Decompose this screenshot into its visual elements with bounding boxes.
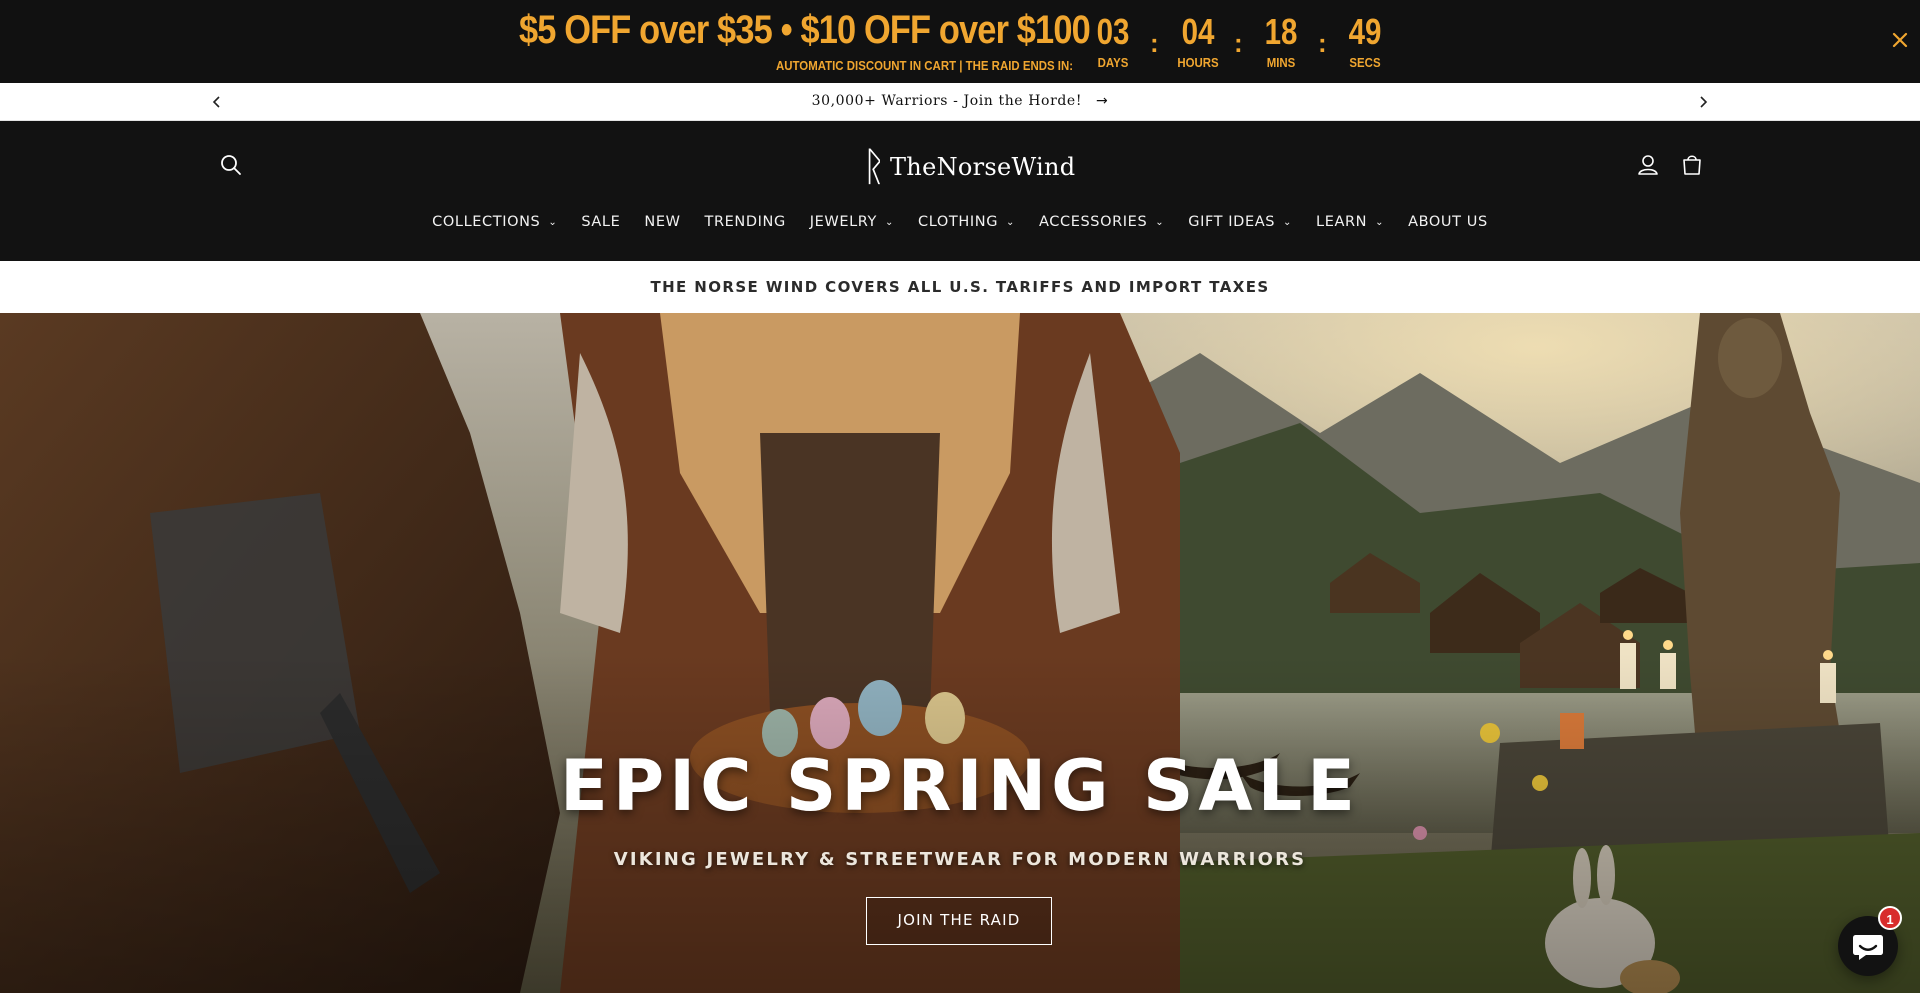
announcement-bar: 30,000+ Warriors - Join the Horde! → bbox=[0, 83, 1920, 121]
countdown-days: 03 DAYS bbox=[1083, 12, 1143, 72]
notification-badge: 1 bbox=[1878, 906, 1902, 930]
hero-image bbox=[0, 313, 1920, 993]
nav-item-jewelry[interactable]: JEWELRY ⌄ bbox=[798, 211, 906, 233]
announcement-link[interactable]: 30,000+ Warriors - Join the Horde! → bbox=[0, 93, 1920, 109]
main-nav: COLLECTIONS ⌄ SALE NEW TRENDING JEWELRY ⌄ … bbox=[0, 211, 1920, 233]
close-icon[interactable] bbox=[1888, 28, 1912, 52]
promo-countdown-bar: $5 OFF over $35 • $10 OFF over $100 AUTO… bbox=[0, 0, 1920, 83]
chevron-down-icon: ⌄ bbox=[1155, 217, 1165, 228]
countdown-separator: : bbox=[1150, 28, 1159, 58]
announcement-text: 30,000+ Warriors - Join the Horde! bbox=[811, 93, 1083, 109]
nav-item-gift-ideas[interactable]: GIFT IDEAS ⌄ bbox=[1176, 211, 1304, 233]
nav-item-label: TRENDING bbox=[704, 214, 786, 230]
chevron-down-icon: ⌄ bbox=[1375, 217, 1385, 228]
promo-headline: $5 OFF over $35 • $10 OFF over $100 bbox=[519, 8, 1091, 52]
chevron-down-icon: ⌄ bbox=[548, 217, 558, 228]
nav-item-label: SALE bbox=[581, 214, 621, 230]
countdown-days-value: 03 bbox=[1096, 11, 1130, 52]
user-icon[interactable] bbox=[1634, 151, 1662, 179]
countdown-hours-value: 04 bbox=[1181, 11, 1215, 52]
nav-item-new[interactable]: NEW bbox=[632, 211, 692, 233]
nav-item-label: ACCESSORIES bbox=[1039, 214, 1148, 230]
search-icon[interactable] bbox=[217, 151, 245, 179]
nav-item-label: COLLECTIONS bbox=[432, 214, 541, 230]
chevron-down-icon: ⌄ bbox=[1006, 217, 1016, 228]
nav-item-label: JEWELRY bbox=[809, 214, 878, 230]
nav-item-label: ABOUT US bbox=[1408, 214, 1488, 230]
countdown-secs-label: SECS bbox=[1349, 55, 1381, 70]
nav-item-label: CLOTHING bbox=[918, 214, 999, 230]
nav-item-trending[interactable]: TRENDING bbox=[693, 211, 798, 233]
countdown-secs: 49 SECS bbox=[1335, 12, 1395, 72]
tariff-text: THE NORSE WIND COVERS ALL U.S. TARIFFS A… bbox=[650, 278, 1270, 296]
chat-launcher-button[interactable]: 1 bbox=[1838, 906, 1902, 976]
countdown-hours-label: HOURS bbox=[1177, 55, 1219, 70]
promo-subtext: AUTOMATIC DISCOUNT IN CART | THE RAID EN… bbox=[776, 58, 1074, 73]
nav-item-label: NEW bbox=[644, 214, 681, 230]
countdown-mins-value: 18 bbox=[1264, 11, 1298, 52]
chevron-down-icon: ⌄ bbox=[885, 217, 895, 228]
nav-item-learn[interactable]: LEARN ⌄ bbox=[1304, 211, 1396, 233]
arrow-right-icon: → bbox=[1096, 93, 1109, 109]
chevron-right-icon[interactable] bbox=[1693, 92, 1713, 112]
nav-item-about-us[interactable]: ABOUT US bbox=[1396, 211, 1500, 233]
nav-item-label: LEARN bbox=[1316, 214, 1368, 230]
nav-item-sale[interactable]: SALE bbox=[569, 211, 632, 233]
hero-subtitle: VIKING JEWELRY & STREETWEAR FOR MODERN W… bbox=[613, 849, 1307, 870]
countdown-days-label: DAYS bbox=[1097, 55, 1129, 70]
logo-rune: ᚱ bbox=[862, 144, 886, 190]
nav-item-label: GIFT IDEAS bbox=[1188, 214, 1276, 230]
countdown-mins-label: MINS bbox=[1266, 55, 1296, 70]
hero-title: EPIC SPRING SALE bbox=[560, 745, 1360, 827]
countdown-hours: 04 HOURS bbox=[1168, 12, 1228, 72]
tariff-banner: THE NORSE WIND COVERS ALL U.S. TARIFFS A… bbox=[0, 261, 1920, 313]
countdown-secs-value: 49 bbox=[1348, 11, 1382, 52]
nav-item-clothing[interactable]: CLOTHING ⌄ bbox=[906, 211, 1027, 233]
site-logo[interactable]: ᚱ TheNorseWind bbox=[862, 144, 1075, 190]
countdown-separator: : bbox=[1234, 28, 1243, 58]
cart-icon[interactable] bbox=[1678, 151, 1706, 179]
nav-item-collections[interactable]: COLLECTIONS ⌄ bbox=[420, 211, 569, 233]
logo-text: TheNorseWind bbox=[890, 153, 1076, 181]
nav-item-accessories[interactable]: ACCESSORIES ⌄ bbox=[1027, 211, 1176, 233]
join-the-raid-button[interactable]: JOIN THE RAID bbox=[866, 897, 1052, 945]
countdown-separator: : bbox=[1318, 28, 1327, 58]
chevron-down-icon: ⌄ bbox=[1283, 217, 1293, 228]
hero-banner: EPIC SPRING SALE VIKING JEWELRY & STREET… bbox=[0, 313, 1920, 993]
countdown-mins: 18 MINS bbox=[1251, 12, 1311, 72]
site-header: ᚱ TheNorseWind COLLECTIONS ⌄ SALE NEW TRE… bbox=[0, 121, 1920, 261]
